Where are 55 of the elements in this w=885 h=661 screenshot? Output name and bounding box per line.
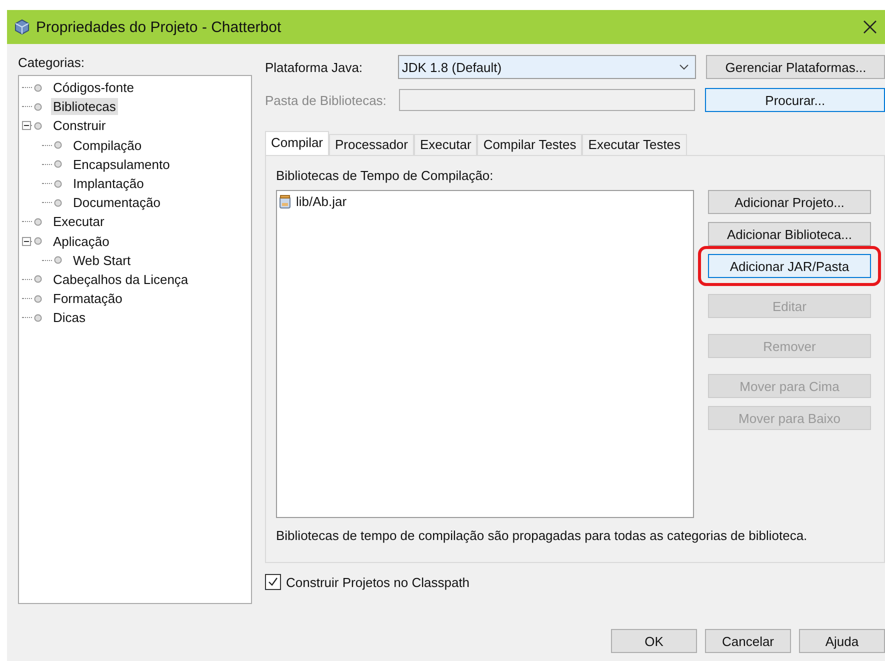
tree-item[interactable]: Aplicação (51, 232, 112, 250)
node-dot-icon (34, 294, 42, 303)
node-dot-icon (54, 256, 62, 264)
note-text: Bibliotecas de tempo de compilação são propagadas para todas as categorias de biblioteca. (276, 528, 808, 543)
checkbox-label: Construir Projetos no Classpath (286, 574, 470, 590)
dialog-button[interactable]: OK (611, 629, 697, 653)
checkbox[interactable] (265, 574, 281, 590)
tree-item[interactable]: Códigos-fonte (51, 79, 136, 96)
action-button[interactable]: Adicionar Projeto... (708, 190, 871, 214)
node-dot-icon (54, 198, 62, 207)
action-button[interactable]: Adicionar Biblioteca... (708, 222, 871, 246)
library-item[interactable]: lib/Ab.jar (296, 194, 347, 209)
window-title: Propriedades do Projeto - Chatterbot (36, 18, 282, 36)
tree-item[interactable]: Formatação (51, 290, 124, 308)
action-button[interactable]: Adicionar JAR/Pasta (708, 254, 871, 278)
tree-item[interactable]: Construir (51, 117, 108, 134)
node-dot-icon (34, 275, 42, 284)
node-dot-icon (54, 160, 62, 168)
check-icon (267, 576, 279, 588)
manage-platforms-button[interactable]: Gerenciar Plataformas... (706, 55, 885, 79)
tree-item[interactable]: Documentação (71, 194, 162, 212)
close-icon[interactable] (863, 20, 877, 34)
chevron-down-icon (679, 64, 690, 70)
tree-item[interactable]: Implantação (71, 175, 146, 192)
tab[interactable]: Compilar Testes (477, 134, 582, 155)
jar-icon (279, 194, 291, 208)
tree-item[interactable]: Web Start (71, 252, 133, 269)
tab[interactable]: Processador (329, 134, 414, 155)
node-dot-icon (34, 102, 42, 111)
tree-item[interactable]: Dicas (51, 309, 88, 326)
collapse-icon[interactable] (22, 236, 31, 246)
tree-item[interactable]: Executar (51, 213, 106, 230)
tab[interactable]: Compilar (265, 131, 330, 155)
library-folder-label: Pasta de Bibliotecas: (265, 92, 388, 108)
platform-dropdown[interactable]: JDK 1.8 (Default) (398, 55, 696, 79)
node-dot-icon (34, 84, 42, 92)
collapse-icon[interactable] (22, 121, 31, 130)
tree-item[interactable]: Compilação (71, 136, 144, 154)
cube-icon (14, 19, 30, 35)
tab[interactable]: Executar Testes (582, 134, 687, 155)
categories-label: Categorias: (18, 55, 86, 72)
node-dot-icon (34, 218, 42, 226)
node-dot-icon (54, 141, 62, 150)
tree-item[interactable]: Cabeçalhos da Licença (51, 270, 190, 288)
node-dot-icon (54, 180, 62, 188)
compile-libraries-label: Bibliotecas de Tempo de Compilação: (276, 168, 494, 185)
tab[interactable]: Executar (414, 134, 478, 155)
node-dot-icon (34, 237, 42, 246)
tree-item[interactable]: Bibliotecas (51, 98, 118, 116)
tree-item[interactable]: Encapsulamento (71, 156, 172, 173)
node-dot-icon (34, 122, 42, 130)
dialog-button[interactable]: Cancelar (705, 629, 791, 653)
dialog-button[interactable]: Ajuda (799, 629, 885, 653)
node-dot-icon (34, 314, 42, 322)
platform-label: Plataforma Java: (265, 60, 364, 74)
